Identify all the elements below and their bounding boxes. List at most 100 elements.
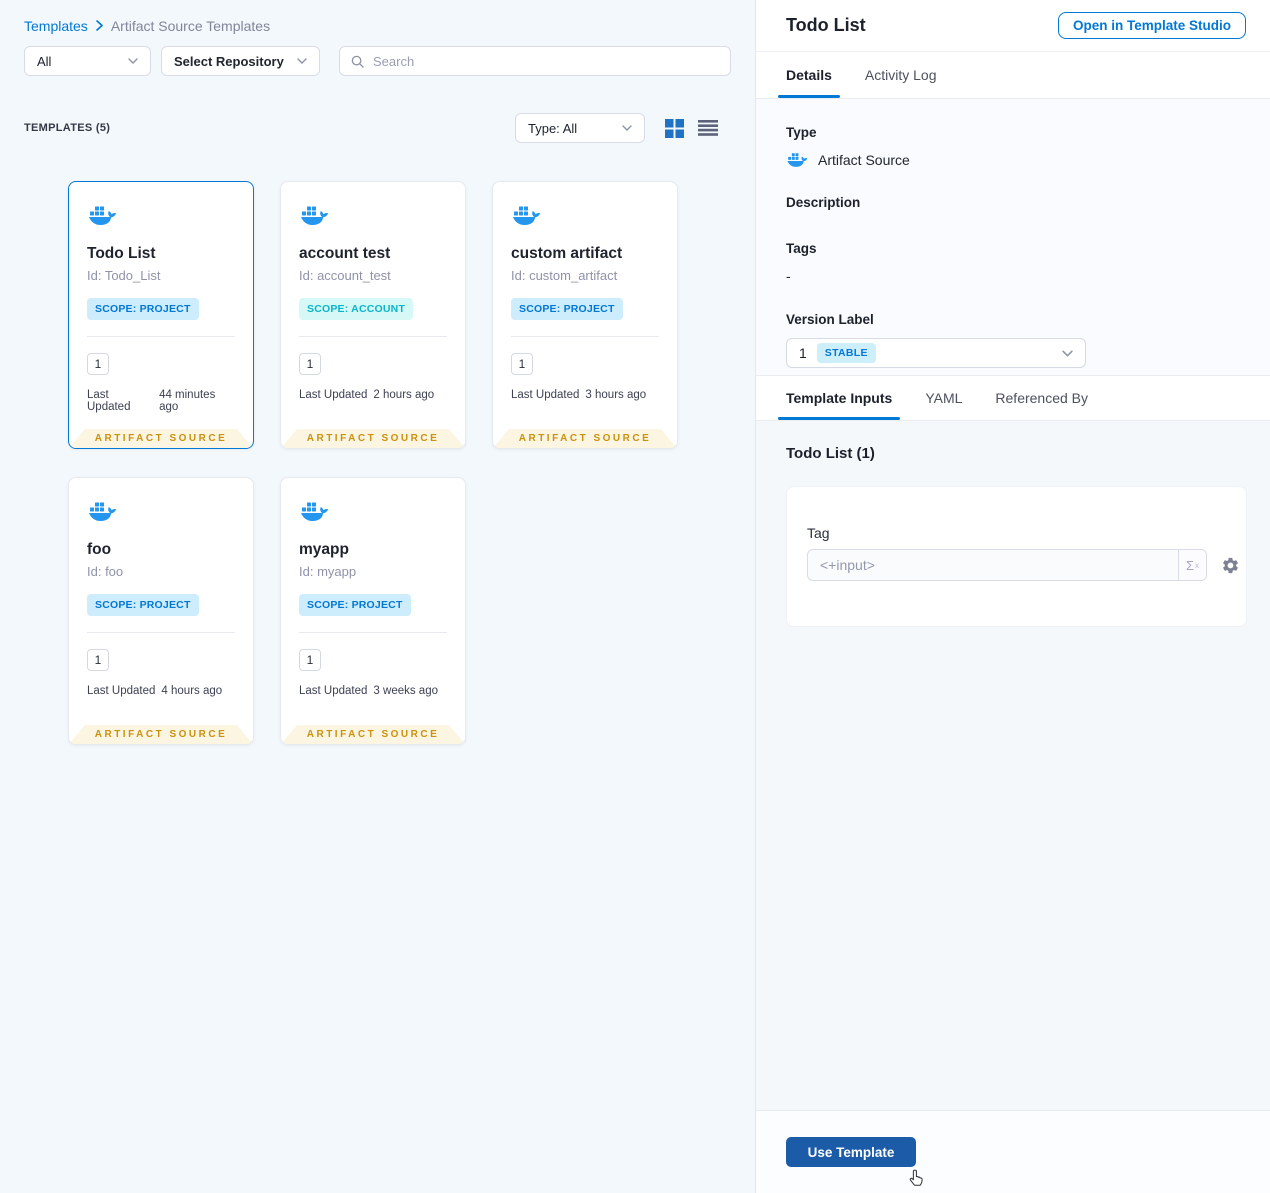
search-input[interactable] <box>373 53 720 69</box>
template-type-ribbon: ARTIFACT SOURCE <box>281 429 465 448</box>
breadcrumb-templates-link[interactable]: Templates <box>24 18 88 34</box>
version-dropdown[interactable]: 1 STABLE <box>786 338 1086 368</box>
last-updated-value: 4 hours ago <box>161 685 223 697</box>
templates-count-label: TEMPLATES (5) <box>24 122 111 134</box>
settings-gear-icon[interactable] <box>1221 555 1240 575</box>
scope-badge: SCOPE: PROJECT <box>87 594 199 616</box>
list-header: TEMPLATES (5) Type: All <box>24 113 718 143</box>
chevron-down-icon <box>622 125 632 131</box>
breadcrumb: Templates Artifact Source Templates <box>0 0 755 34</box>
type-row: Artifact Source <box>786 151 1240 168</box>
version-count-badge: 1 <box>299 353 321 375</box>
list-view-icon[interactable] <box>698 118 718 138</box>
scope-badge: SCOPE: PROJECT <box>511 298 623 320</box>
templates-list-panel: Templates Artifact Source Templates All … <box>0 0 756 1193</box>
template-type-ribbon: ARTIFACT SOURCE <box>69 725 253 744</box>
tab-yaml[interactable]: YAML <box>925 376 962 420</box>
tags-label: Tags <box>786 241 817 256</box>
template-details-panel: Todo List Open in Template Studio Detail… <box>756 0 1270 1193</box>
last-updated-value: 3 hours ago <box>585 389 647 401</box>
last-updated-label: Last Updated <box>87 389 131 413</box>
tag-input-row: <+input> Σx <box>807 549 1238 581</box>
search-icon <box>350 54 365 69</box>
template-card-foo[interactable]: foo Id: foo SCOPE: PROJECT 1 Last Update… <box>68 477 254 745</box>
template-card-todo-list[interactable]: Todo List Id: Todo_List SCOPE: PROJECT 1… <box>68 181 254 449</box>
open-in-template-studio-button[interactable]: Open in Template Studio <box>1057 12 1246 39</box>
scope-badge: SCOPE: ACCOUNT <box>299 298 414 320</box>
docker-icon <box>786 151 808 168</box>
tab-template-inputs[interactable]: Template Inputs <box>777 376 901 420</box>
last-updated: Last Updated 44 minutes ago <box>87 389 235 413</box>
card-divider <box>87 632 235 633</box>
tab-referenced-by[interactable]: Referenced By <box>995 376 1088 420</box>
panel-footer: Use Template <box>756 1110 1270 1193</box>
tags-value: - <box>786 268 791 284</box>
chevron-down-icon <box>297 58 307 64</box>
type-filter-dropdown[interactable]: Type: All <box>515 113 645 143</box>
details-panel-header: Todo List Open in Template Studio <box>756 0 1270 52</box>
last-updated-value: 3 weeks ago <box>373 685 438 697</box>
docker-icon <box>299 500 329 522</box>
panel-title: Todo List <box>786 15 866 35</box>
template-inputs-body: Todo List (1) Tag <+input> Σx <box>756 421 1270 1110</box>
sigma-superscript: x <box>1195 560 1200 570</box>
last-updated-label: Last Updated <box>299 389 368 401</box>
breadcrumb-current: Artifact Source Templates <box>110 18 271 34</box>
card-divider <box>87 336 235 337</box>
template-id: Id: Todo_List <box>87 268 161 283</box>
tab-details[interactable]: Details <box>778 52 840 98</box>
last-updated-value: 2 hours ago <box>373 389 435 401</box>
version-count-badge: 1 <box>511 353 533 375</box>
version-count-badge: 1 <box>87 353 109 375</box>
template-id: Id: myapp <box>299 564 357 579</box>
version-count-badge: 1 <box>87 649 109 671</box>
repository-filter-label: Select Repository <box>174 53 284 69</box>
card-divider <box>511 336 659 337</box>
type-label: Type <box>786 125 817 140</box>
scope-filter-dropdown[interactable]: All <box>24 46 151 76</box>
docker-icon <box>299 204 329 226</box>
last-updated-label: Last Updated <box>87 685 156 697</box>
chevron-down-icon <box>1062 350 1073 357</box>
search-box[interactable] <box>339 46 731 76</box>
last-updated-label: Last Updated <box>299 685 368 697</box>
template-type-ribbon: ARTIFACT SOURCE <box>493 429 677 448</box>
docker-icon <box>511 204 541 226</box>
template-name: custom artifact <box>511 245 623 262</box>
scope-badge: SCOPE: PROJECT <box>87 298 199 320</box>
last-updated: Last Updated 3 hours ago <box>511 389 659 401</box>
templates-grid: Todo List Id: Todo_List SCOPE: PROJECT 1… <box>68 181 755 745</box>
sigma-symbol: Σ <box>1185 557 1195 573</box>
tag-input-value[interactable]: <+input> <box>808 550 1178 580</box>
use-template-button[interactable]: Use Template <box>786 1137 916 1167</box>
inputs-tabstrip: Template Inputs YAML Referenced By <box>756 375 1270 421</box>
details-tabstrip: Details Activity Log <box>756 52 1270 99</box>
template-card-custom-artifact[interactable]: custom artifact Id: custom_artifact SCOP… <box>492 181 678 449</box>
template-card-myapp[interactable]: myapp Id: myapp SCOPE: PROJECT 1 Last Up… <box>280 477 466 745</box>
type-filter-value: Type: All <box>528 120 578 136</box>
template-type-ribbon: ARTIFACT SOURCE <box>281 725 465 744</box>
last-updated-label: Last Updated <box>511 389 580 401</box>
view-toggle <box>664 118 718 138</box>
grid-view-icon[interactable] <box>664 118 684 138</box>
scope-badge: SCOPE: PROJECT <box>299 594 411 616</box>
card-divider <box>299 632 447 633</box>
template-card-account-test[interactable]: account test Id: account_test SCOPE: ACC… <box>280 181 466 449</box>
type-value: Artifact Source <box>818 151 910 168</box>
tag-input[interactable]: <+input> Σx <box>807 549 1207 581</box>
tag-input-card: Tag <+input> Σx <box>786 486 1247 627</box>
card-divider <box>299 336 447 337</box>
template-type-ribbon: ARTIFACT SOURCE <box>69 429 253 448</box>
version-value: 1 <box>799 345 807 361</box>
template-id: Id: custom_artifact <box>511 268 618 283</box>
template-id: Id: account_test <box>299 268 391 283</box>
runtime-input-sigma-button[interactable]: Σx <box>1178 550 1206 580</box>
chevron-down-icon <box>128 58 138 64</box>
repository-filter-dropdown[interactable]: Select Repository <box>161 46 320 76</box>
tab-activity-log[interactable]: Activity Log <box>865 52 937 98</box>
last-updated-value: 44 minutes ago <box>159 389 216 413</box>
breadcrumb-chevron-icon <box>96 19 103 34</box>
last-updated: Last Updated 4 hours ago <box>87 685 235 697</box>
template-name: myapp <box>299 541 349 558</box>
template-name: Todo List <box>87 245 156 262</box>
